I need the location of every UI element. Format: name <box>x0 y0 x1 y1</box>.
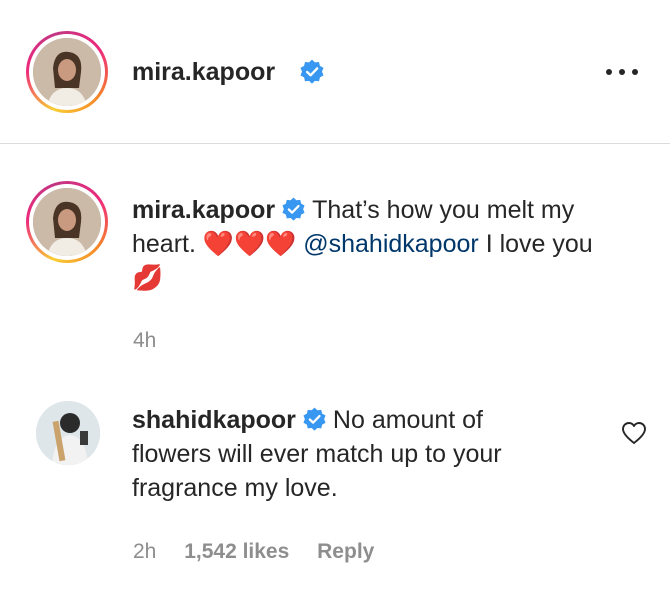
reply-button[interactable]: Reply <box>317 540 374 563</box>
avatar-image <box>33 188 101 256</box>
reply-avatar[interactable] <box>36 401 100 465</box>
caption-meta: 4h <box>133 329 178 353</box>
reply-body-2: flowers will ever match up to your <box>132 440 502 468</box>
verified-badge-icon <box>303 407 326 431</box>
like-heart-icon[interactable] <box>621 421 647 445</box>
reply-body-1: No amount of <box>332 406 484 434</box>
caption-body-3: I love you <box>485 230 593 258</box>
avatar-image <box>33 38 101 106</box>
caption-avatar[interactable] <box>26 181 108 263</box>
post-header: mira.kapoor <box>0 0 670 144</box>
hearts-emoji: ❤️❤️❤️ <box>202 230 297 258</box>
dot-icon <box>606 69 612 75</box>
reply-meta: 2h 1,542 likes Reply <box>133 540 396 564</box>
caption-body-2: heart. <box>132 230 196 258</box>
reply-username[interactable]: shahidkapoor <box>132 406 296 434</box>
caption-text: mira.kapoor That’s how you melt my heart… <box>132 193 652 295</box>
caption-body-1: That’s how you melt my <box>312 196 575 224</box>
reply-text: shahidkapoor No amount of flowers will e… <box>132 403 602 505</box>
dot-icon <box>619 69 625 75</box>
verified-badge-icon <box>282 197 305 221</box>
reply-likes[interactable]: 1,542 likes <box>184 540 289 563</box>
lips-emoji: 💋 <box>132 264 164 292</box>
dot-icon <box>632 69 638 75</box>
header-avatar[interactable] <box>26 31 108 113</box>
caption-time[interactable]: 4h <box>133 329 156 352</box>
reply-body-3: fragrance my love. <box>132 474 338 502</box>
more-options-button[interactable] <box>606 60 638 84</box>
header-username[interactable]: mira.kapoor <box>132 58 275 87</box>
reply-time[interactable]: 2h <box>133 540 156 563</box>
verified-badge-icon <box>300 59 324 84</box>
caption-username[interactable]: mira.kapoor <box>132 196 275 224</box>
mention-link[interactable]: @shahidkapoor <box>303 230 479 258</box>
